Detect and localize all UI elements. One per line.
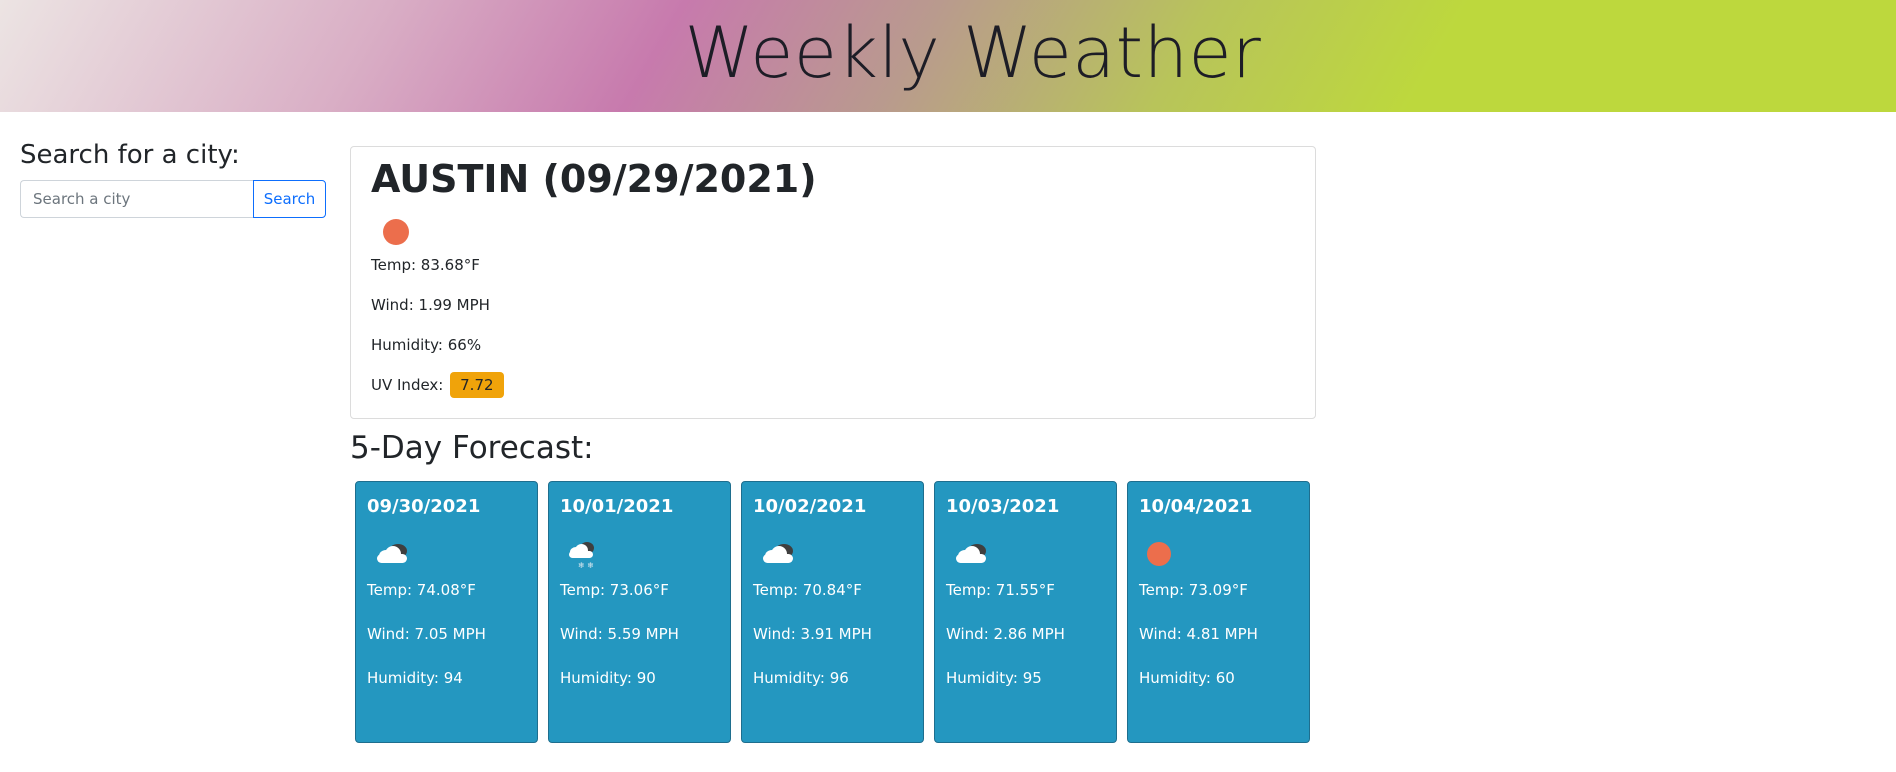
forecast-card: 10/02/2021 Temp: 70.84°F Wind: 3.91 MPH …: [741, 481, 924, 743]
current-weather-icon-wrap: [383, 218, 1295, 245]
page-header: Weekly Weather: [0, 0, 1896, 112]
search-panel: Search for a city: Search: [20, 140, 326, 218]
forecast-heading: 5-Day Forecast:: [350, 430, 594, 466]
forecast-wind: Wind: 5.59 MPH: [560, 625, 679, 643]
forecast-humidity: Humidity: 96: [753, 669, 849, 687]
forecast-humidity: Humidity: 60: [1139, 669, 1235, 687]
forecast-temp: Temp: 71.55°F: [946, 581, 1055, 599]
forecast-card: 10/01/2021 ❄ ❄ Temp: 73.06°F Wind: 5.59 …: [548, 481, 731, 743]
forecast-temp: Temp: 73.09°F: [1139, 581, 1248, 599]
forecast-wind: Wind: 4.81 MPH: [1139, 625, 1258, 643]
forecast-humidity: Humidity: 94: [367, 669, 463, 687]
sun-icon: [1147, 542, 1171, 566]
forecast-card: 10/03/2021 Temp: 71.55°F Wind: 2.86 MPH …: [934, 481, 1117, 743]
search-row: Search: [20, 180, 326, 218]
forecast-date: 10/02/2021: [753, 496, 867, 517]
forecast-temp: Temp: 70.84°F: [753, 581, 862, 599]
forecast-date: 10/03/2021: [946, 496, 1060, 517]
search-button[interactable]: Search: [253, 180, 326, 218]
forecast-temp: Temp: 73.06°F: [560, 581, 669, 599]
forecast-wind: Wind: 7.05 MPH: [367, 625, 486, 643]
current-uv-row: UV Index: 7.72: [371, 365, 1295, 405]
current-temp: Temp: 83.68°F: [371, 255, 480, 274]
forecast-date: 10/04/2021: [1139, 496, 1253, 517]
forecast-row: 09/30/2021 Temp: 74.08°F Wind: 7.05 MPH …: [355, 481, 1310, 743]
page-title: Weekly Weather: [684, 12, 1262, 94]
forecast-temp: Temp: 74.08°F: [367, 581, 476, 599]
forecast-humidity: Humidity: 95: [946, 669, 1042, 687]
forecast-card: 10/04/2021 Temp: 73.09°F Wind: 4.81 MPH …: [1127, 481, 1310, 743]
current-wind: Wind: 1.99 MPH: [371, 295, 490, 314]
forecast-wind: Wind: 2.86 MPH: [946, 625, 1065, 643]
city-search-input[interactable]: [20, 180, 253, 218]
uv-label: UV Index:: [371, 375, 444, 394]
current-city-title: AUSTIN (09/29/2021): [371, 157, 817, 201]
current-humidity: Humidity: 66%: [371, 335, 482, 354]
sun-icon: [383, 218, 409, 245]
forecast-date: 10/01/2021: [560, 496, 674, 517]
forecast-humidity: Humidity: 90: [560, 669, 656, 687]
rain-cloud-icon: ❄ ❄: [568, 541, 598, 570]
partly-cloudy-icon: [954, 542, 990, 566]
partly-cloudy-icon: [761, 542, 797, 566]
forecast-wind: Wind: 3.91 MPH: [753, 625, 872, 643]
forecast-date: 09/30/2021: [367, 496, 481, 517]
search-heading: Search for a city:: [20, 140, 240, 170]
uv-index-badge: 7.72: [450, 372, 504, 399]
current-weather-card: AUSTIN (09/29/2021) Temp: 83.68°F Wind: …: [350, 146, 1316, 419]
partly-cloudy-icon: [375, 542, 411, 566]
forecast-card: 09/30/2021 Temp: 74.08°F Wind: 7.05 MPH …: [355, 481, 538, 743]
